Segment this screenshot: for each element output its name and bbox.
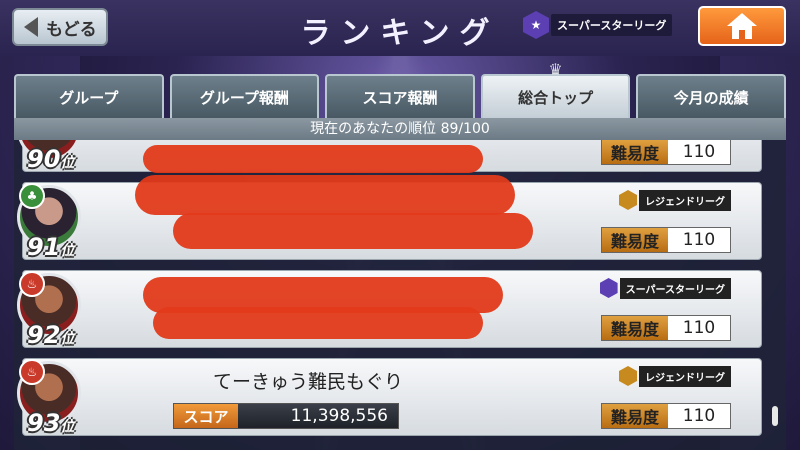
ranking-row-self[interactable]: ♨ 93位 てーきゅう難民もぐり スコア 11,398,556 レジェンドリーグ… <box>17 358 762 437</box>
header-bar: もどる ランキング ★ スーパースターリーグ <box>0 0 800 56</box>
tab-group-reward[interactable]: グループ報酬 <box>169 74 320 118</box>
league-label: スーパースターリーグ <box>551 14 673 36</box>
tab-label: 総合トップ <box>518 88 594 107</box>
current-league-badge: ★ スーパースターリーグ <box>523 10 673 40</box>
legend-league-icon <box>619 366 637 386</box>
difficulty-value: 110 <box>668 404 730 428</box>
leaf-attribute-icon: ♣ <box>19 183 45 209</box>
rank-number: 90位 <box>27 145 75 173</box>
tab-monthly-results[interactable]: 今月の成績 <box>636 74 786 118</box>
star-league-icon: ★ <box>523 11 549 39</box>
league-tag-label: レジェンドリーグ <box>639 189 731 211</box>
tab-label: 今月の成績 <box>673 88 749 107</box>
league-tag: スーパースターリーグ <box>599 277 731 299</box>
back-arrow-icon <box>24 17 38 37</box>
league-tag: レジェンドリーグ <box>619 365 731 387</box>
legend-league-icon <box>619 190 637 210</box>
redaction-mark <box>173 213 533 249</box>
difficulty-value: 110 <box>668 140 730 164</box>
ranking-row[interactable]: ♨ 92位 スーパースターリーグ 難易度 110 <box>17 270 762 349</box>
difficulty-value: 110 <box>668 228 730 252</box>
score-box: スコア 11,398,556 <box>173 403 399 429</box>
redaction-mark <box>143 145 483 173</box>
difficulty-label: 難易度 <box>602 316 668 340</box>
ranking-row[interactable]: 90位 難易度 110 <box>17 140 762 173</box>
player-name: てーきゅう難民もぐり <box>213 371 404 393</box>
rank-number: 92位 <box>27 321 75 349</box>
score-value: 11,398,556 <box>238 404 398 428</box>
tab-score-reward[interactable]: スコア報酬 <box>325 74 475 118</box>
tab-label: スコア報酬 <box>362 88 438 107</box>
rank-number: 91位 <box>27 233 75 261</box>
tab-bar: グループ グループ報酬 スコア報酬 ♛ 総合トップ 今月の成績 <box>14 60 786 118</box>
league-tag-label: スーパースターリーグ <box>619 277 731 299</box>
difficulty-box: 難易度 110 <box>601 403 731 429</box>
tab-group[interactable]: グループ <box>14 74 164 118</box>
difficulty-label: 難易度 <box>602 228 668 252</box>
tab-label: グループ <box>59 88 119 107</box>
league-tag-label: レジェンドリーグ <box>639 365 731 387</box>
difficulty-value: 110 <box>668 316 730 340</box>
home-button[interactable] <box>698 6 786 46</box>
rank-number: 93位 <box>27 409 75 437</box>
fire-attribute-icon: ♨ <box>19 359 45 385</box>
redaction-mark <box>135 175 515 215</box>
crown-icon: ♛ <box>548 60 563 79</box>
home-icon <box>727 13 757 39</box>
tab-overall-top[interactable]: ♛ 総合トップ <box>480 60 631 118</box>
back-label: もどる <box>46 19 97 40</box>
difficulty-label: 難易度 <box>602 140 668 164</box>
fire-attribute-icon: ♨ <box>19 271 45 297</box>
scrollbar[interactable] <box>772 406 778 426</box>
difficulty-label: 難易度 <box>602 404 668 428</box>
current-rank-banner: 現在のあなたの順位 89/100 <box>14 118 786 140</box>
superstar-league-icon <box>599 278 618 298</box>
tab-label: グループ報酬 <box>199 88 289 107</box>
score-label: スコア <box>174 404 238 428</box>
difficulty-box: 難易度 110 <box>601 140 731 165</box>
redaction-mark <box>153 307 483 339</box>
back-button[interactable]: もどる <box>12 8 108 46</box>
difficulty-box: 難易度 110 <box>601 315 731 341</box>
ranking-row[interactable]: ♣ 91位 レジェンドリーグ 難易度 110 <box>17 175 762 261</box>
ranking-list[interactable]: 90位 難易度 110 ♣ 91位 レジェンドリーグ 難易度 110 ♨ 92位… <box>14 140 786 450</box>
league-tag: レジェンドリーグ <box>619 189 731 211</box>
difficulty-box: 難易度 110 <box>601 227 731 253</box>
page-title: ランキング <box>300 16 500 51</box>
